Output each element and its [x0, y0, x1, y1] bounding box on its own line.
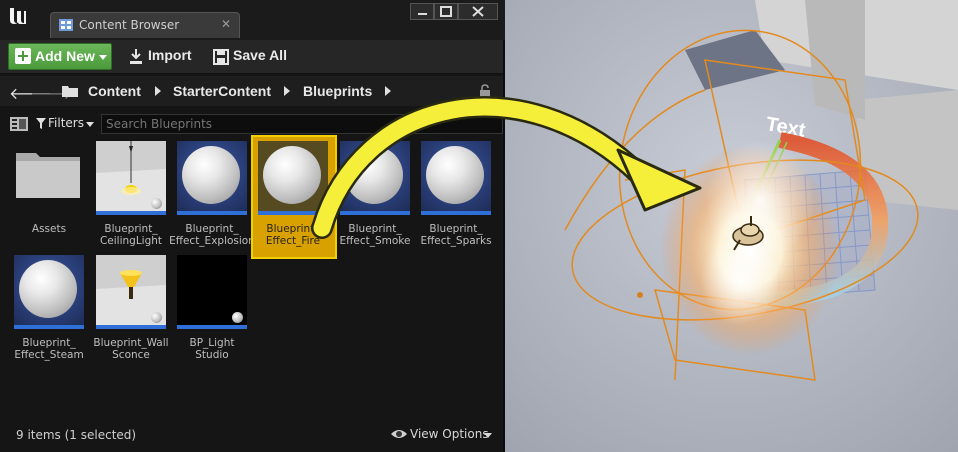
- filters-button[interactable]: Filters: [36, 116, 98, 134]
- sphere-preview-icon: [151, 198, 162, 209]
- folder-icon[interactable]: [62, 85, 78, 97]
- chevron-down-icon: [484, 433, 492, 438]
- thumbnail: [258, 141, 328, 215]
- lock-icon[interactable]: [479, 84, 491, 98]
- asset-type-bar: [14, 325, 84, 329]
- asset-label: Assets: [31, 223, 67, 235]
- sources-panel-icon[interactable]: [10, 117, 28, 131]
- chevron-right-icon[interactable]: [385, 86, 391, 96]
- asset-label: Blueprint_ Effect_Steam: [14, 337, 84, 361]
- import-label: Import: [148, 47, 192, 63]
- minimize-icon: [418, 13, 427, 15]
- asset-label: Blueprint_Wall Sconce: [93, 337, 169, 361]
- tab-close-icon[interactable]: ✕: [221, 17, 231, 31]
- asset-tile-effect-fire[interactable]: Blueprint_ Effect_Fire: [251, 135, 340, 261]
- sphere-preview-icon: [263, 146, 321, 204]
- close-icon: [472, 6, 484, 17]
- path-bar: 🡐 🡒 Content StarterContent Blueprints: [0, 76, 503, 106]
- toolbar: Add New Import Save All: [0, 40, 503, 74]
- asset-type-bar: [421, 211, 491, 215]
- asset-label: Blueprint_ Effect_Fire: [265, 223, 321, 247]
- save-all-button[interactable]: Save All: [213, 46, 293, 68]
- particle-spark: [637, 292, 643, 298]
- asset-type-bar: [340, 211, 410, 215]
- content-browser-icon: [59, 19, 73, 31]
- thumbnail: [177, 141, 247, 215]
- asset-tile-effect-smoke[interactable]: Blueprint_ Effect_Smoke: [340, 141, 422, 261]
- smoke-particles: [700, 235, 780, 325]
- chevron-right-icon[interactable]: [284, 86, 290, 96]
- import-button[interactable]: Import: [128, 46, 200, 68]
- item-count: 9 items (1 selected): [16, 428, 137, 442]
- maximize-icon: [440, 6, 452, 17]
- add-new-label: Add New: [35, 48, 95, 64]
- status-bar: 9 items (1 selected) View Options: [0, 418, 503, 452]
- view-options-label: View Options: [410, 427, 489, 441]
- sphere-preview-icon: [151, 312, 162, 323]
- view-options-button[interactable]: View Options: [390, 426, 500, 444]
- chevron-right-icon[interactable]: [155, 86, 161, 96]
- tab-content-browser[interactable]: Content Browser ✕: [50, 12, 240, 38]
- unreal-logo-icon: [10, 8, 26, 24]
- plus-icon: [15, 48, 31, 64]
- asset-tile-ceiling-light[interactable]: Blueprint_ CeilingLight: [96, 141, 178, 261]
- asset-tile-effect-sparks[interactable]: Blueprint_ Effect_Sparks: [420, 141, 503, 261]
- title-bar: Content Browser ✕: [0, 0, 505, 40]
- content-browser-panel: Content Browser ✕ Add New Import Save Al…: [0, 0, 505, 452]
- asset-type-bar: [177, 325, 247, 329]
- chevron-down-icon: [86, 122, 94, 127]
- minimize-button[interactable]: [410, 3, 434, 20]
- sphere-preview-icon: [426, 146, 484, 204]
- asset-label: Blueprint_ Effect_Explosion: [169, 223, 255, 247]
- eye-icon: [391, 430, 407, 438]
- asset-type-bar: [96, 211, 166, 215]
- asset-label: Blueprint_ Effect_Smoke: [339, 223, 411, 247]
- asset-tile-bp-light-studio[interactable]: BP_Light Studio: [177, 255, 259, 375]
- add-new-button[interactable]: Add New: [8, 43, 112, 70]
- search-input[interactable]: [101, 114, 503, 134]
- asset-label: Blueprint_ CeilingLight: [99, 223, 163, 247]
- asset-type-bar: [258, 211, 328, 215]
- level-viewport[interactable]: Text: [505, 0, 958, 452]
- asset-grid: Assets Blueprint_ CeilingLight Blueprint…: [0, 135, 503, 418]
- thumbnail: [96, 141, 166, 215]
- thumbnail: [421, 141, 491, 215]
- folder-icon: [14, 141, 84, 215]
- asset-tile-effect-explosion[interactable]: Blueprint_ Effect_Explosion: [169, 141, 259, 261]
- filter-bar: Filters: [0, 112, 503, 136]
- thumbnail: [340, 141, 410, 215]
- filters-label: Filters: [48, 116, 84, 130]
- asset-type-bar: [177, 211, 247, 215]
- save-all-label: Save All: [233, 47, 287, 63]
- thumbnail: [14, 255, 84, 329]
- import-icon: [130, 49, 142, 64]
- sphere-preview-icon: [345, 146, 403, 204]
- sphere-preview-icon: [232, 312, 243, 323]
- close-window-button[interactable]: [458, 3, 498, 20]
- chevron-down-icon: [99, 55, 107, 60]
- asset-tile-wall-sconce[interactable]: Blueprint_Wall Sconce: [93, 255, 178, 375]
- asset-label: BP_Light Studio: [189, 337, 235, 361]
- save-icon: [213, 49, 229, 65]
- sphere-preview-icon: [182, 146, 240, 204]
- asset-tile-effect-steam[interactable]: Blueprint_ Effect_Steam: [14, 255, 96, 375]
- sphere-preview-icon: [19, 260, 77, 318]
- asset-tile-assets-folder[interactable]: Assets: [14, 141, 96, 261]
- breadcrumb-content[interactable]: Content: [88, 83, 141, 99]
- breadcrumb-blueprints[interactable]: Blueprints: [303, 83, 372, 99]
- viewport-scene: Text: [505, 0, 958, 452]
- breadcrumb-startercontent[interactable]: StarterContent: [173, 83, 271, 99]
- maximize-button[interactable]: [434, 3, 458, 20]
- asset-type-bar: [96, 325, 166, 329]
- asset-label: Blueprint_ Effect_Sparks: [420, 223, 492, 247]
- tab-label: Content Browser: [79, 18, 180, 32]
- filter-icon: [36, 118, 46, 129]
- thumbnail: [177, 255, 247, 329]
- thumbnail: [96, 255, 166, 329]
